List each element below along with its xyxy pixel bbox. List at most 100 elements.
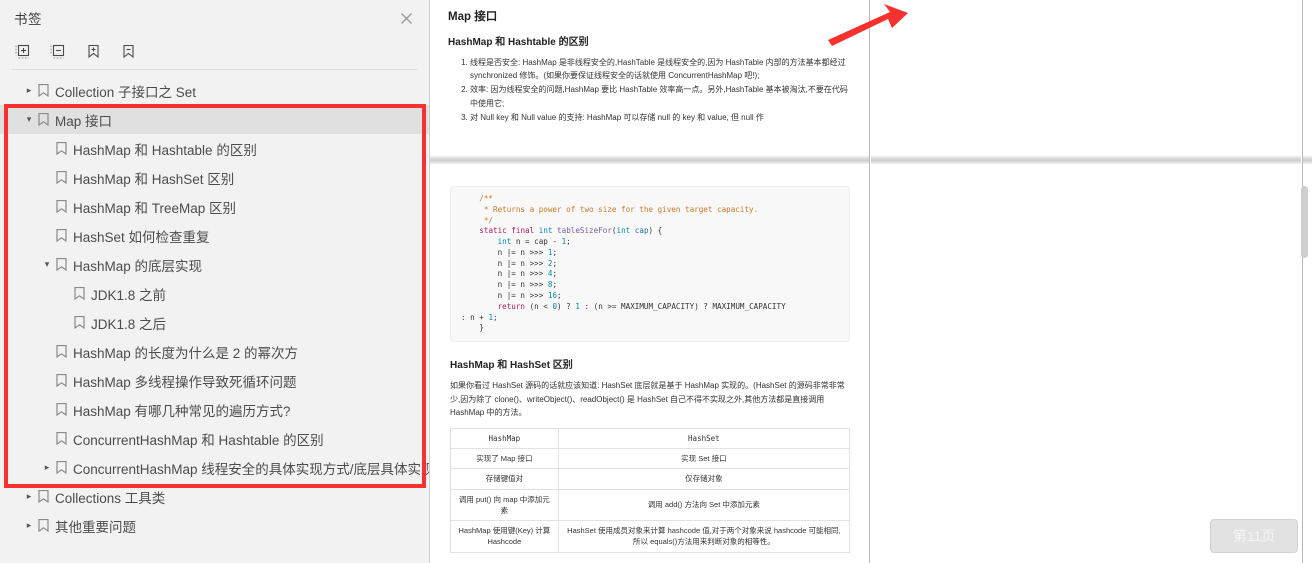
bookmark-tree-item[interactable]: 其他重要问题 xyxy=(0,511,429,540)
bookmark-tree-item[interactable]: HashMap 和 HashSet 区别 xyxy=(0,163,429,192)
bookmark-item-label: HashMap 和 TreeMap 区别 xyxy=(73,200,237,216)
bookmark-item-label: 其他重要问题 xyxy=(55,519,136,535)
bookmark-sidebar: 书签 ▸ Collection 子接口之 Set ▾ Map 接口 HashMa… xyxy=(0,0,430,563)
table-header-cell: HashMap xyxy=(450,427,559,450)
bookmark-icon xyxy=(36,490,51,503)
bookmark-item-label: HashMap 有哪几种常见的遍历方式? xyxy=(73,403,291,419)
bookmark-tree-item[interactable]: HashMap 多线程操作导致死循环问题 xyxy=(0,366,429,395)
pdf-reader-window: 书签 ▸ Collection 子接口之 Set ▾ Map 接口 HashMa… xyxy=(0,0,1312,563)
doc-subheading-hashmap-hashset: HashMap 和 HashSet 区别 xyxy=(450,360,573,372)
bookmark-toolbar xyxy=(0,36,429,66)
close-icon[interactable] xyxy=(395,7,417,29)
doc-list-item: 效率: 因为线程安全的问题,HashMap 要比 HashTable 效率高一点… xyxy=(470,83,851,109)
bookmark-tree-item[interactable]: ConcurrentHashMap 线程安全的具体实现方式/底层具体实现 xyxy=(0,453,429,482)
bookmark-icon xyxy=(36,519,51,532)
bookmark-item-label: HashMap 多线程操作导致死循环问题 xyxy=(73,374,297,390)
doc-ordered-list: 线程是否安全: HashMap 是非线程安全的,HashTable 是线程安全的… xyxy=(448,56,851,124)
doc-heading-map-interface: Map 接口 xyxy=(448,11,498,23)
bookmark-tree-item[interactable]: Collection 子接口之 Set xyxy=(0,76,429,105)
table-row: 实现了 Map 接口 实现 Set 接口 xyxy=(450,448,851,470)
chevron-right-icon[interactable] xyxy=(22,520,36,531)
code-block-tablesizefor: /** * Returns a power of two size for th… xyxy=(450,186,850,343)
table-row: 调用 put() 向 map 中添加元素 调用 add() 方法向 Set 中添加… xyxy=(450,488,851,522)
table-cell: 仅存储对象 xyxy=(557,468,851,490)
bookmark-item-label: HashMap 的底层实现 xyxy=(73,258,203,274)
bookmark-item-label: HashSet 如何检查重复 xyxy=(73,229,210,245)
bookmark-tree-item[interactable]: Map 接口 xyxy=(0,105,429,134)
table-header-row: HashMap HashSet xyxy=(450,427,851,450)
bookmark-item-label: HashMap 和 Hashtable 的区别 xyxy=(73,142,257,158)
vertical-scrollbar[interactable] xyxy=(1300,0,1309,563)
bookmark-icon xyxy=(54,432,69,445)
bookmark-icon xyxy=(36,113,51,126)
bookmark-icon xyxy=(72,316,87,329)
chevron-down-icon[interactable] xyxy=(40,259,54,270)
add-bookmark-icon[interactable] xyxy=(82,40,104,62)
page-indicator-label: 第11页 xyxy=(1232,528,1276,544)
table-cell: 调用 put() 向 map 中添加元素 xyxy=(450,488,559,522)
bookmark-tree-item[interactable]: HashMap 的底层实现 xyxy=(0,250,429,279)
bookmark-icon xyxy=(54,171,69,184)
bookmark-item-label: ConcurrentHashMap 线程安全的具体实现方式/底层具体实现 xyxy=(73,461,429,477)
bookmark-item-label: Collection 子接口之 Set xyxy=(55,84,197,100)
table-cell: 存储键值对 xyxy=(450,468,559,490)
table-header-cell: HashSet xyxy=(557,427,851,450)
table-cell: 调用 add() 方法向 Set 中添加元素 xyxy=(557,488,851,522)
bookmark-tree-item[interactable]: ConcurrentHashMap 和 Hashtable 的区别 xyxy=(0,424,429,453)
chevron-right-icon[interactable] xyxy=(22,491,36,502)
collapse-all-icon[interactable] xyxy=(47,40,69,62)
bookmark-tree-item[interactable]: HashMap 有哪几种常见的遍历方式? xyxy=(0,395,429,424)
bookmark-tree-item[interactable]: JDK1.8 之前 xyxy=(0,279,429,308)
bookmark-tree-item[interactable]: HashSet 如何检查重复 xyxy=(0,221,429,250)
doc-list-item: 对 Null key 和 Null value 的支持: HashMap 可以存… xyxy=(470,111,851,124)
table-cell: 实现 Set 接口 xyxy=(557,448,851,470)
bookmark-tree-item[interactable]: HashMap 和 Hashtable 的区别 xyxy=(0,134,429,163)
bookmark-item-label: ConcurrentHashMap 和 Hashtable 的区别 xyxy=(73,432,324,448)
bookmark-tree-item[interactable]: Collections 工具类 xyxy=(0,482,429,511)
bookmark-icon xyxy=(54,461,69,474)
bookmark-tree: Collection 子接口之 Set Map 接口 HashMap 和 Hasht… xyxy=(0,70,429,560)
bookmark-item-label: HashMap 的长度为什么是 2 的幂次方 xyxy=(73,345,299,361)
bookmark-item-label: JDK1.8 之前 xyxy=(91,287,167,303)
scrollbar-thumb[interactable] xyxy=(1301,186,1308,258)
doc-subheading-hashmap-hashtable: HashMap 和 Hashtable 的区别 xyxy=(448,37,589,48)
bookmark-item-label: HashMap 和 HashSet 区别 xyxy=(73,171,235,187)
bookmark-icon xyxy=(36,84,51,97)
document-viewer: Map 接口 HashMap 和 Hashtable 的区别 线程是否安全: H… xyxy=(430,0,1312,563)
bookmark-icon xyxy=(72,287,87,300)
bookmark-item-label: Collections 工具类 xyxy=(55,490,166,506)
page-separator xyxy=(430,155,869,164)
bookmark-icon xyxy=(54,258,69,271)
expand-all-icon[interactable] xyxy=(12,40,34,62)
bookmark-item-label: Map 接口 xyxy=(55,113,113,129)
chevron-right-icon[interactable] xyxy=(22,85,36,96)
table-cell: HashSet 使用成员对象来计算 hashcode 值,对于两个对象来说 ha… xyxy=(557,520,851,553)
remove-bookmark-icon[interactable] xyxy=(117,40,139,62)
page-separator xyxy=(871,155,1301,164)
chevron-right-icon[interactable] xyxy=(40,462,54,473)
doc-paragraph-hashset: 如果你看过 HashSet 源码的话就应该知道: HashSet 底层就是基于 … xyxy=(450,381,845,418)
bookmark-tree-item[interactable]: HashMap 的长度为什么是 2 的幂次方 xyxy=(0,337,429,366)
bookmark-icon xyxy=(54,142,69,155)
bookmark-icon xyxy=(54,229,69,242)
table-cell: 实现了 Map 接口 xyxy=(450,448,559,470)
bookmark-icon xyxy=(54,200,69,213)
hashmap-hashset-table: HashMap HashSet 实现了 Map 接口 实现 Set 接口 存储键值对… xyxy=(450,427,851,553)
table-cell: HashMap 使用键(Key) 计算 Hashcode xyxy=(450,520,559,553)
bookmark-icon xyxy=(54,403,69,416)
table-row: 存储键值对 仅存储对象 xyxy=(450,468,851,490)
page-left-lower: /** * Returns a power of two size for th… xyxy=(430,186,870,553)
bookmark-tree-item[interactable]: HashMap 和 TreeMap 区别 xyxy=(0,192,429,221)
sidebar-header: 书签 xyxy=(0,0,429,36)
document-page-left: Map 接口 HashMap 和 Hashtable 的区别 线程是否安全: H… xyxy=(430,0,870,563)
document-page-middle-blank xyxy=(871,0,1301,563)
chevron-down-icon[interactable] xyxy=(22,114,36,125)
bookmark-icon xyxy=(54,345,69,358)
sidebar-title: 书签 xyxy=(14,12,42,27)
bookmark-icon xyxy=(54,374,69,387)
doc-list-item: 线程是否安全: HashMap 是非线程安全的,HashTable 是线程安全的… xyxy=(470,56,851,82)
page-left-content: Map 接口 HashMap 和 Hashtable 的区别 线程是否安全: H… xyxy=(430,0,869,124)
bookmark-item-label: JDK1.8 之后 xyxy=(91,316,167,332)
table-row: HashMap 使用键(Key) 计算 Hashcode HashSet 使用成员… xyxy=(450,520,851,553)
bookmark-tree-item[interactable]: JDK1.8 之后 xyxy=(0,308,429,337)
